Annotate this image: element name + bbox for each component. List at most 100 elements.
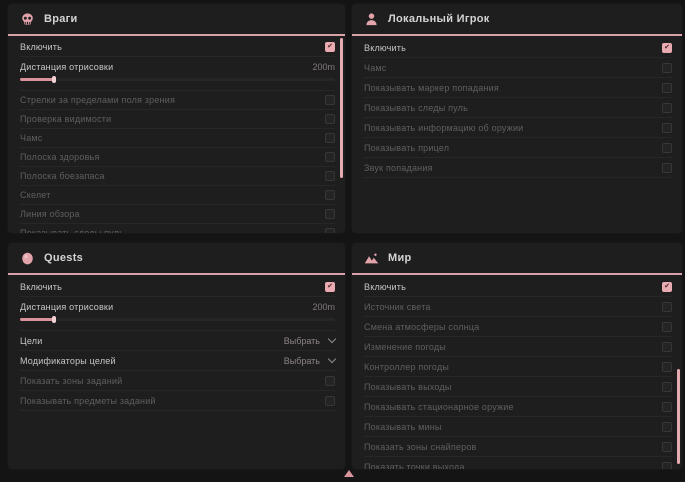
panel-quests: Quests Включить ✔ Дистанция отрисовки 200m Ц… — [8, 243, 345, 469]
row-label: Скелет — [20, 190, 51, 200]
slider-label-row: Дистанция отрисовки200m — [20, 59, 335, 74]
row-label: Проверка видимости — [20, 114, 111, 124]
row-toggle: Показывать информацию об оружии — [364, 118, 672, 138]
checkbox[interactable] — [662, 63, 672, 73]
checkbox[interactable] — [325, 114, 335, 124]
checkbox[interactable]: ✔ — [662, 282, 672, 292]
row-label: Полоска здоровья — [20, 152, 100, 162]
row-label: Цели — [20, 336, 42, 346]
row-label: Показать точки выхода — [364, 462, 465, 470]
row-toggle: Полоска боезапаса — [20, 167, 335, 186]
checkbox[interactable] — [662, 382, 672, 392]
row-select: Цели Выбрать — [20, 331, 335, 351]
chevron-down-icon — [328, 355, 336, 363]
checkbox[interactable] — [325, 190, 335, 200]
resize-grip-icon[interactable] — [344, 470, 354, 477]
row-label: Включить — [20, 42, 62, 52]
row-label: Показать зоны заданий — [20, 376, 122, 386]
quest-circle-icon — [20, 251, 35, 266]
checkbox[interactable] — [325, 209, 335, 219]
checkbox[interactable]: ✔ — [325, 282, 335, 292]
panel-local-player-header: Локальный Игрок — [352, 4, 682, 36]
checkbox[interactable] — [662, 402, 672, 412]
row-label: Модификаторы целей — [20, 356, 116, 366]
checkbox[interactable] — [662, 342, 672, 352]
scrollbar-thumb[interactable] — [677, 369, 680, 464]
checkbox[interactable] — [662, 103, 672, 113]
row-label: Смена атмосферы солнца — [364, 322, 479, 332]
chevron-down-icon — [328, 335, 336, 343]
mountains-icon — [364, 251, 379, 266]
row-toggle: Показывать следы пуль — [20, 224, 335, 233]
row-label: Включить — [364, 43, 406, 53]
slider-fill — [20, 318, 55, 321]
checkbox[interactable] — [325, 396, 335, 406]
dropdown[interactable]: Выбрать — [284, 356, 335, 366]
row-toggle: Показать зоны заданий — [20, 371, 335, 391]
checkbox[interactable] — [325, 152, 335, 162]
panel-enemies: Враги Включить ✔ Дистанция отрисовки200m Ст… — [8, 4, 345, 233]
slider-handle[interactable] — [52, 76, 56, 83]
checkbox[interactable] — [662, 422, 672, 432]
row-label: Изменение погоды — [364, 342, 446, 352]
slider[interactable] — [20, 318, 335, 321]
dropdown-value: Выбрать — [284, 336, 320, 346]
rows: Включить✔Источник светаСмена атмосферы с… — [352, 275, 682, 469]
row-toggle: Чамс — [364, 58, 672, 78]
checkbox[interactable] — [662, 123, 672, 133]
row-toggle: Полоска здоровья — [20, 148, 335, 167]
checkbox[interactable] — [325, 228, 335, 233]
row-toggle: Линия обзора — [20, 205, 335, 224]
row-toggle: Контроллер погоды — [364, 357, 672, 377]
checkbox[interactable] — [662, 302, 672, 312]
row-label: Дистанция отрисовки — [20, 62, 113, 72]
row-toggle: Показывать прицел — [364, 138, 672, 158]
panel-world-header: Мир — [352, 243, 682, 275]
checkbox[interactable] — [662, 163, 672, 173]
row-toggle: Показывать маркер попадания — [364, 78, 672, 98]
row-toggle: Показывать предметы заданий — [20, 391, 335, 411]
checkbox[interactable]: ✔ — [662, 43, 672, 53]
checkbox[interactable] — [325, 95, 335, 105]
checkbox[interactable] — [662, 143, 672, 153]
row-label: Дистанция отрисовки — [20, 302, 113, 312]
row-label: Показывать выходы — [364, 382, 452, 392]
row-label: Показывать стационарное оружие — [364, 402, 514, 412]
panel-world: Мир Включить✔Источник светаСмена атмосфе… — [352, 243, 682, 469]
panel-title: Враги — [44, 13, 78, 25]
row-toggle: Скелет — [20, 186, 335, 205]
row-label: Чамс — [20, 133, 43, 143]
dropdown-value: Выбрать — [284, 356, 320, 366]
panel-local-player: Локальный Игрок Включить ✔ Чамс Показывать … — [352, 4, 682, 233]
row-label: Показывать информацию об оружии — [364, 123, 523, 133]
row-toggle: Стрелки за пределами поля зрения — [20, 91, 335, 110]
person-icon — [364, 12, 379, 27]
row-label: Показывать маркер попадания — [364, 83, 499, 93]
checkbox[interactable] — [325, 376, 335, 386]
row-label: Показывать следы пуль — [20, 228, 124, 233]
slider[interactable] — [20, 78, 335, 81]
checkbox[interactable] — [662, 462, 672, 470]
dropdown[interactable]: Выбрать — [284, 336, 335, 346]
checkbox[interactable] — [662, 442, 672, 452]
slider-value: 200m — [312, 302, 335, 312]
checkbox[interactable] — [662, 322, 672, 332]
checkbox[interactable]: ✔ — [325, 42, 335, 52]
checkbox[interactable] — [325, 171, 335, 181]
panel-title: Quests — [44, 252, 83, 264]
row-toggle: Включить ✔ — [20, 277, 335, 297]
row-toggle: Включить✔ — [364, 277, 672, 297]
checkbox[interactable] — [325, 133, 335, 143]
row-toggle: Звук попадания — [364, 158, 672, 178]
slider-handle[interactable] — [52, 316, 56, 323]
row-label: Показывать предметы заданий — [20, 396, 156, 406]
checkbox[interactable] — [662, 83, 672, 93]
scrollbar-thumb[interactable] — [340, 38, 343, 178]
row-label: Включить — [20, 282, 62, 292]
skull-icon — [20, 12, 35, 27]
rows: Включить ✔ Дистанция отрисовки200m Стрелки … — [8, 36, 345, 233]
row-slider: Дистанция отрисовки200m — [20, 57, 335, 91]
row-toggle: Показать точки выхода — [364, 457, 672, 469]
checkbox[interactable] — [662, 362, 672, 372]
rows: Включить ✔ Чамс Показывать маркер попадания… — [352, 36, 682, 178]
